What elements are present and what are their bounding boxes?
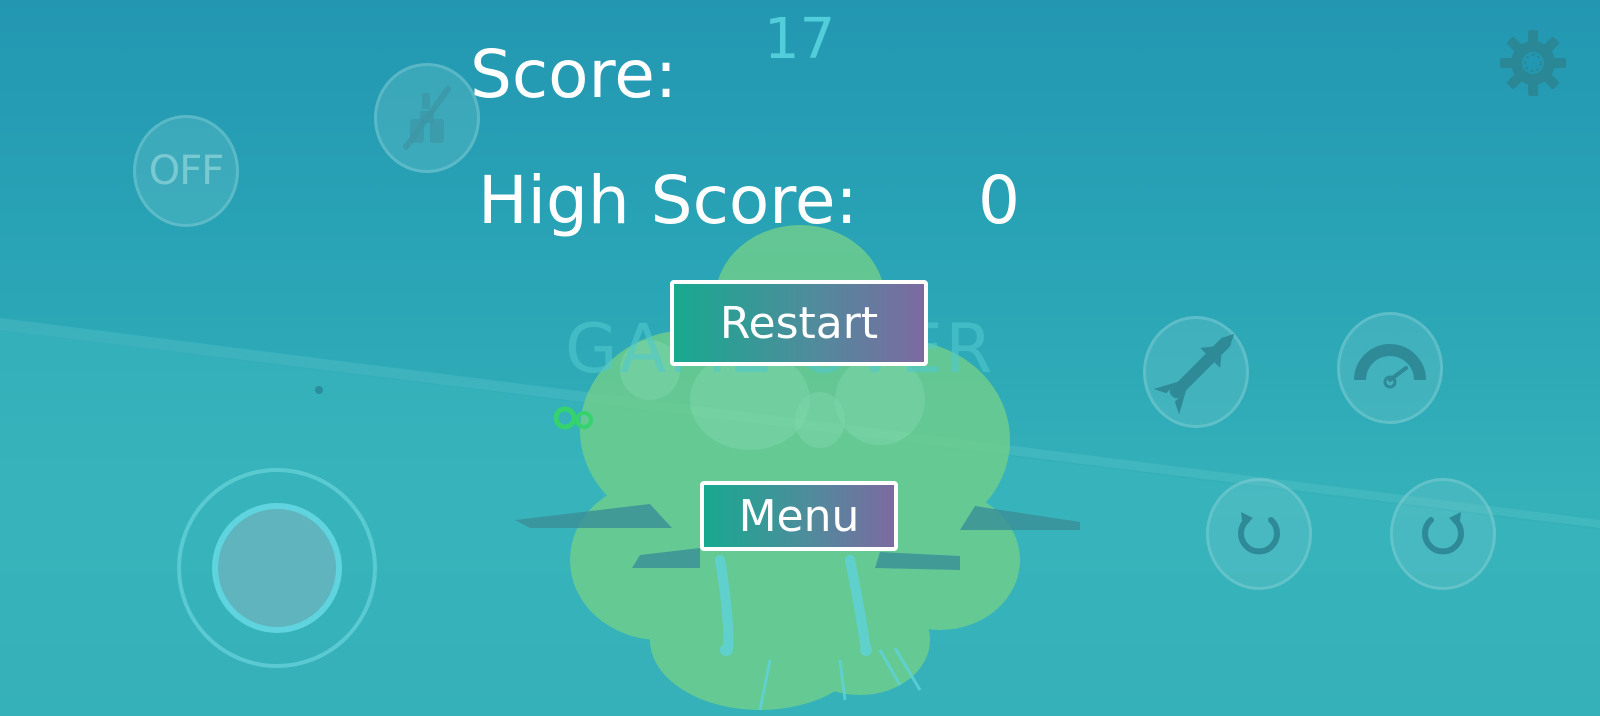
high-score-value: 0: [978, 162, 1020, 239]
rotate-left-button[interactable]: [1206, 478, 1312, 590]
rotate-right-button[interactable]: [1390, 478, 1496, 590]
distant-object: [315, 386, 323, 394]
joystick-knob[interactable]: [212, 503, 342, 633]
rotate-left-icon: [1238, 512, 1280, 555]
game-screen: GAME OVER 17 Score: High Score: 0 OFF: [0, 0, 1600, 716]
speed-boost-button[interactable]: [1337, 312, 1443, 424]
missile-icon: [1153, 333, 1235, 415]
rotate-right-icon: [1422, 512, 1464, 555]
menu-button[interactable]: Menu: [700, 481, 898, 551]
off-toggle-button[interactable]: OFF: [133, 115, 239, 227]
speedometer-icon: [1354, 344, 1426, 389]
missile-fire-button[interactable]: [1143, 316, 1249, 428]
score-label: Score:: [470, 36, 678, 113]
camera-toggle-button[interactable]: [374, 63, 480, 173]
off-toggle-label: OFF: [148, 148, 224, 194]
camera-off-icon: [403, 86, 451, 150]
restart-button[interactable]: Restart: [670, 280, 928, 366]
high-score-label: High Score:: [478, 162, 858, 239]
current-score: 17: [764, 7, 836, 72]
gear-icon[interactable]: [1498, 28, 1568, 98]
